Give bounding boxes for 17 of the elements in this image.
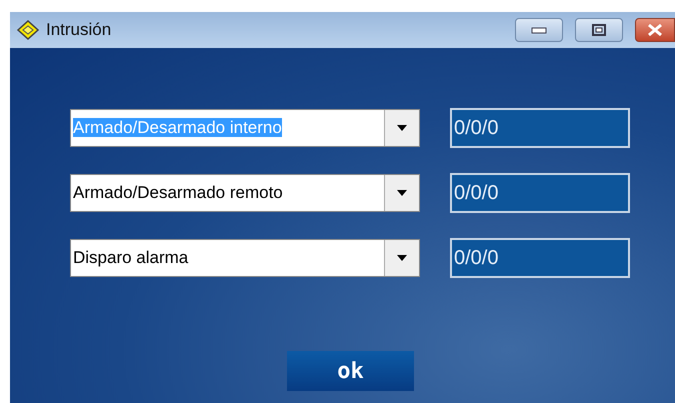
dropdown-arrow-icon xyxy=(397,190,407,196)
app-icon xyxy=(16,19,40,41)
minimize-icon xyxy=(531,26,547,34)
maximize-button[interactable] xyxy=(575,18,623,42)
value-field: 0/0/0 xyxy=(450,173,630,213)
ok-button[interactable]: ok xyxy=(287,351,414,391)
dropdown-arrow-icon xyxy=(397,255,407,261)
dropdown-arrow-icon xyxy=(397,125,407,131)
close-button[interactable] xyxy=(635,18,675,42)
close-icon xyxy=(647,23,663,37)
value-field: 0/0/0 xyxy=(450,108,630,148)
dropdown[interactable]: Armado/Desarmado remoto xyxy=(70,174,420,212)
minimize-button[interactable] xyxy=(515,18,563,42)
maximize-icon xyxy=(591,23,607,37)
window-title: Intrusión xyxy=(46,20,112,40)
value-field: 0/0/0 xyxy=(450,238,630,278)
dropdown[interactable]: Disparo alarma xyxy=(70,239,420,277)
